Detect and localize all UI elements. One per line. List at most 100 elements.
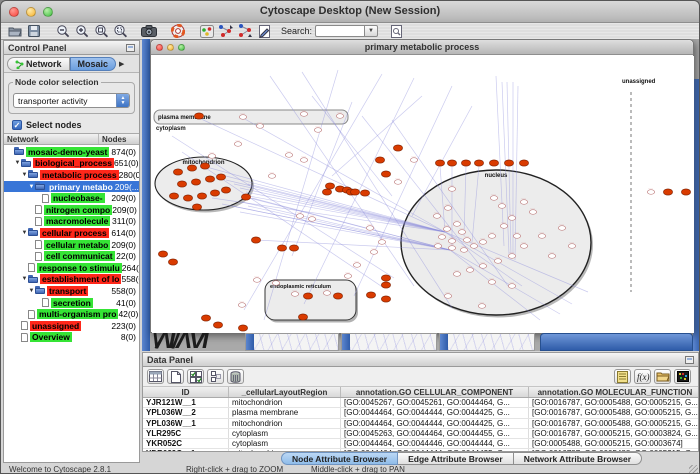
gene-node[interactable] xyxy=(410,158,417,163)
attribute-table-icon[interactable] xyxy=(147,369,164,384)
selected-gene-node[interactable] xyxy=(187,165,196,171)
gene-node[interactable] xyxy=(344,274,351,279)
table-header-row[interactable]: ID_cellularLayoutRegionannotation.GO CEL… xyxy=(143,387,698,398)
zoom-out-icon[interactable] xyxy=(55,24,71,38)
selected-gene-node[interactable] xyxy=(238,325,247,331)
selected-gene-node[interactable] xyxy=(298,314,307,320)
annotation-icon[interactable] xyxy=(256,24,272,38)
selected-gene-node[interactable] xyxy=(191,179,200,185)
gene-node[interactable] xyxy=(444,206,451,211)
selected-gene-node[interactable] xyxy=(360,190,369,196)
selected-gene-node[interactable] xyxy=(201,315,210,321)
attribute-grid[interactable]: ID_cellularLayoutRegionannotation.GO CEL… xyxy=(143,387,698,451)
network-graph[interactable]: plasma membranecytoplasmmitochondrionnuc… xyxy=(152,56,694,333)
selected-gene-node[interactable] xyxy=(381,296,390,302)
selected-gene-node[interactable] xyxy=(461,160,470,166)
disclosure-triangle-icon[interactable]: ▼ xyxy=(21,230,28,236)
tree-row[interactable]: secretion41(0) xyxy=(4,297,139,309)
gene-node[interactable] xyxy=(508,216,515,221)
gene-node[interactable] xyxy=(520,200,527,205)
tree-row[interactable]: cellular metabo209(0) xyxy=(4,239,139,251)
selected-gene-node[interactable] xyxy=(216,174,225,180)
notes-icon[interactable] xyxy=(614,369,631,384)
resize-grip[interactable] xyxy=(689,465,698,474)
gene-node[interactable] xyxy=(300,158,307,163)
disclosure-triangle-icon[interactable]: ▼ xyxy=(28,288,35,294)
unselect-attributes-icon[interactable] xyxy=(207,369,224,384)
function-builder-icon[interactable]: f(x) xyxy=(634,369,651,384)
gene-node[interactable] xyxy=(433,214,440,219)
table-row[interactable]: YDR039C__1mitochondrion[GO:0044464, GO:0… xyxy=(143,449,698,451)
gene-node[interactable] xyxy=(314,128,321,133)
disclosure-triangle-icon[interactable]: ▼ xyxy=(28,184,35,190)
selected-gene-node[interactable] xyxy=(489,160,498,166)
selected-gene-node[interactable] xyxy=(303,293,312,299)
tree-col-nodes[interactable]: Nodes xyxy=(99,134,139,144)
disclosure-triangle-icon[interactable]: ▼ xyxy=(21,276,28,282)
node-color-select[interactable]: transporter activity ▲▼ xyxy=(13,93,130,108)
gene-node[interactable] xyxy=(323,291,330,296)
gene-node[interactable] xyxy=(466,268,473,273)
gene-node[interactable] xyxy=(538,234,545,239)
tree-row[interactable]: ▼establishment of lo558(0) xyxy=(4,274,139,286)
selected-gene-node[interactable] xyxy=(169,193,178,199)
zoom-in-icon[interactable] xyxy=(74,24,90,38)
gene-node[interactable] xyxy=(488,234,495,239)
help-icon[interactable] xyxy=(170,24,186,38)
tree-col-network[interactable]: Network xyxy=(4,134,99,144)
gene-node[interactable] xyxy=(438,235,445,240)
tree-row[interactable]: multi-organism pro42(0) xyxy=(4,308,139,320)
gene-node[interactable] xyxy=(353,263,360,268)
selected-gene-node[interactable] xyxy=(333,293,342,299)
tree-row[interactable]: Overview8(0) xyxy=(4,332,139,344)
selected-gene-node[interactable] xyxy=(205,176,214,182)
table-row[interactable]: YLR295Ccytoplasm[GO:0045263, GO:0044464,… xyxy=(143,429,698,439)
tree-row[interactable]: unassigned223(0) xyxy=(4,320,139,332)
gene-node[interactable] xyxy=(208,154,215,159)
background-window-sliver[interactable] xyxy=(245,333,339,351)
gene-node[interactable] xyxy=(548,254,555,259)
disclosure-triangle-icon[interactable]: ▼ xyxy=(21,172,28,178)
selected-gene-node[interactable] xyxy=(381,171,390,177)
gene-node[interactable] xyxy=(234,142,241,147)
selected-gene-node[interactable] xyxy=(519,160,528,166)
selected-gene-node[interactable] xyxy=(241,194,250,200)
tab-node-attribute-browser[interactable]: Node Attribute Browser xyxy=(281,452,398,465)
selected-gene-node[interactable] xyxy=(393,145,402,151)
table-row[interactable]: YPL036W__2plasma membrane[GO:0044464, GO… xyxy=(143,408,698,418)
filter-icon[interactable] xyxy=(388,24,404,38)
zoom-fit-icon[interactable] xyxy=(93,24,109,38)
gene-node[interactable] xyxy=(394,180,401,185)
selected-gene-node[interactable] xyxy=(251,237,260,243)
selected-gene-node[interactable] xyxy=(197,193,206,199)
gene-node[interactable] xyxy=(488,280,495,285)
selected-gene-node[interactable] xyxy=(158,251,167,257)
import-attributes-icon[interactable] xyxy=(654,369,671,384)
gene-node[interactable] xyxy=(460,248,467,253)
tree-row[interactable]: ▼primary metabo209(... xyxy=(4,181,139,193)
minimized-window-thumbnail[interactable]: \ΛI/ΛVI xyxy=(152,333,237,351)
selected-gene-node[interactable] xyxy=(375,157,384,163)
selected-gene-node[interactable] xyxy=(663,189,672,195)
gene-node[interactable] xyxy=(285,153,292,158)
selected-gene-node[interactable] xyxy=(289,245,298,251)
tab-edge-attribute-browser[interactable]: Edge Attribute Browser xyxy=(398,452,514,465)
vizmapper-icon[interactable] xyxy=(199,24,215,38)
layout-icon[interactable] xyxy=(218,24,234,38)
background-window-sliver[interactable] xyxy=(341,333,437,351)
window-titlebar[interactable]: Cytoscape Desktop (New Session) xyxy=(1,1,699,23)
selected-gene-node[interactable] xyxy=(447,160,456,166)
gene-node[interactable] xyxy=(300,112,307,117)
delete-attribute-icon[interactable] xyxy=(227,369,244,384)
open-icon[interactable] xyxy=(7,24,23,38)
select-attributes-icon[interactable] xyxy=(187,369,204,384)
gene-node[interactable] xyxy=(434,244,441,249)
background-window-sliver[interactable] xyxy=(439,333,535,351)
gene-node[interactable] xyxy=(520,244,527,249)
search-input[interactable] xyxy=(315,25,365,37)
gene-node[interactable] xyxy=(239,115,246,120)
selected-gene-node[interactable] xyxy=(322,189,331,195)
column-header[interactable]: _cellularLayoutRegion xyxy=(229,387,341,397)
tree-row[interactable]: mosaic-demo-yeast874(0) xyxy=(4,146,139,158)
gene-node[interactable] xyxy=(529,210,536,215)
